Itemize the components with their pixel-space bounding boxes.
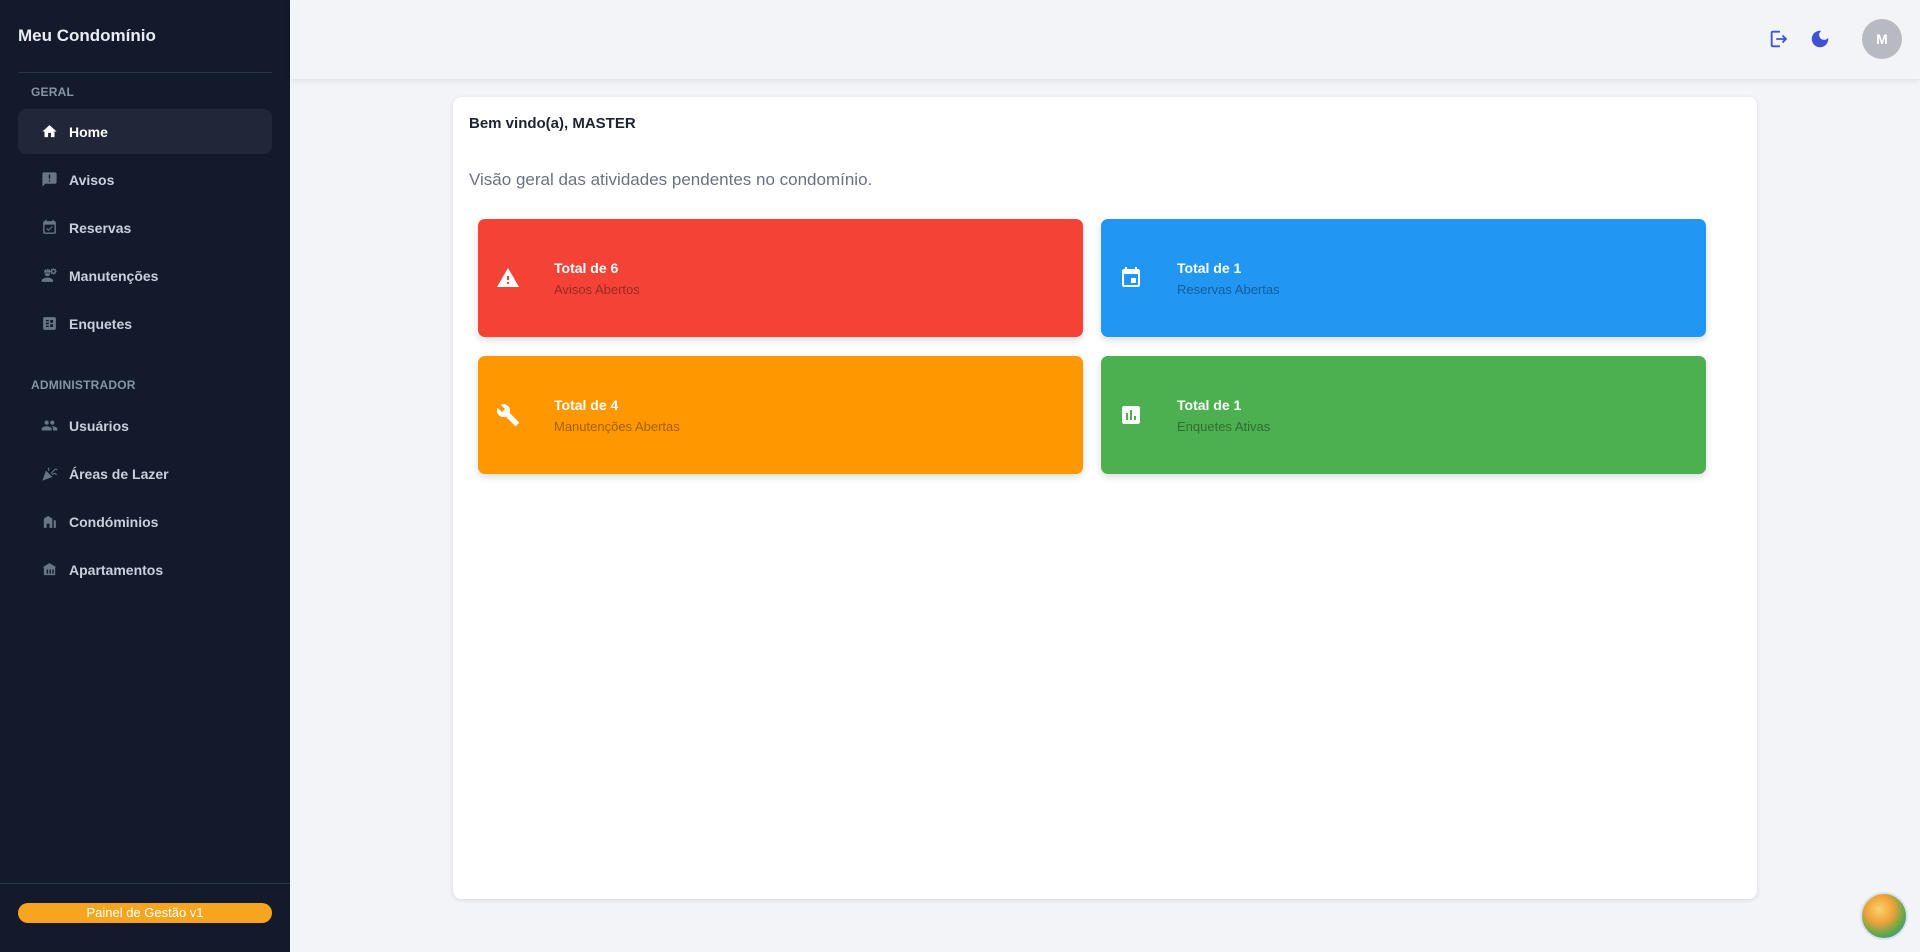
- sidebar-item-label: Manutenções: [69, 267, 159, 284]
- stat-card-title: Total de 6: [554, 259, 619, 276]
- sidebar-item-areas-de-lazer[interactable]: Áreas de Lazer: [18, 451, 272, 496]
- poll-icon: [41, 315, 58, 332]
- stat-card-manutencoes[interactable]: Total de 4 Manutenções Abertas: [478, 356, 1083, 474]
- building-icon: [41, 513, 58, 530]
- dashboard-card: Bem vindo(a), MASTER Visão geral das ati…: [453, 97, 1757, 899]
- sidebar-footer-divider: [0, 883, 290, 884]
- people-icon: [41, 417, 58, 434]
- sidebar-item-usuarios[interactable]: Usuários: [18, 403, 272, 448]
- stat-card-text: Total de 1 Enquetes Ativas: [1177, 397, 1270, 434]
- home-icon: [41, 123, 58, 140]
- stat-card-subtitle: Reservas Abertas: [1177, 281, 1280, 297]
- top-bar: [290, 0, 1920, 79]
- sidebar-item-enquetes[interactable]: Enquetes: [18, 301, 272, 346]
- app-logo-icon[interactable]: [1860, 892, 1908, 940]
- stat-card-title: Total de 1: [1177, 396, 1242, 413]
- sidebar: Meu Condomínio GERAL Home Avisos Reserva…: [0, 0, 290, 952]
- sidebar-item-reservas[interactable]: Reservas: [18, 205, 272, 250]
- sidebar-item-label: Apartamentos: [69, 561, 164, 578]
- stat-card-subtitle: Manutenções Abertas: [554, 418, 680, 434]
- sidebar-item-label: Enquetes: [69, 315, 133, 332]
- sidebar-item-label: Usuários: [69, 417, 129, 434]
- brand-title[interactable]: Meu Condomínio: [18, 26, 156, 46]
- stat-card-text: Total de 1 Reservas Abertas: [1177, 260, 1280, 297]
- bar-chart-icon: [1119, 403, 1143, 427]
- brand-divider: [18, 72, 272, 73]
- logout-icon[interactable]: [1767, 27, 1791, 51]
- stat-card-avisos[interactable]: Total de 6 Avisos Abertos: [478, 219, 1083, 337]
- event-icon: [1119, 266, 1143, 290]
- sidebar-item-home[interactable]: Home: [18, 109, 272, 154]
- page-subtitle: Visão geral das atividades pendentes no …: [469, 170, 873, 189]
- warning-icon: [496, 266, 520, 290]
- sidebar-item-label: Áreas de Lazer: [69, 465, 169, 482]
- stat-card-subtitle: Avisos Abertos: [554, 281, 640, 297]
- stat-card-title: Total de 4: [554, 396, 619, 413]
- section-label-geral: GERAL: [31, 85, 74, 99]
- welcome-title: Bem vindo(a), MASTER: [469, 115, 636, 132]
- stat-card-enquetes[interactable]: Total de 1 Enquetes Ativas: [1101, 356, 1706, 474]
- sidebar-item-apartamentos[interactable]: Apartamentos: [18, 547, 272, 592]
- sidebar-item-manutencoes[interactable]: Manutenções: [18, 253, 272, 298]
- sidebar-item-label: Reservas: [69, 219, 132, 236]
- sidebar-item-label: Condóminios: [69, 513, 159, 530]
- section-label-administrador: ADMINISTRADOR: [31, 378, 136, 392]
- dark-mode-icon[interactable]: [1808, 27, 1832, 51]
- announcement-icon: [41, 171, 58, 188]
- sidebar-item-condominios[interactable]: Condóminios: [18, 499, 272, 544]
- sidebar-item-label: Avisos: [69, 171, 115, 188]
- sidebar-item-avisos[interactable]: Avisos: [18, 157, 272, 202]
- version-badge: Painel de Gestão v1: [18, 903, 272, 923]
- stat-card-reservas[interactable]: Total de 1 Reservas Abertas: [1101, 219, 1706, 337]
- engineer-icon: [41, 267, 58, 284]
- sidebar-item-label: Home: [69, 123, 108, 140]
- stat-card-subtitle: Enquetes Ativas: [1177, 418, 1271, 434]
- celebration-icon: [41, 465, 58, 482]
- stat-card-text: Total de 6 Avisos Abertos: [554, 260, 640, 297]
- avatar[interactable]: M: [1862, 19, 1902, 59]
- stat-card-title: Total de 1: [1177, 259, 1242, 276]
- stat-card-text: Total de 4 Manutenções Abertas: [554, 397, 680, 434]
- wrench-icon: [496, 403, 520, 427]
- calendar-check-icon: [41, 219, 58, 236]
- house-icon: [41, 561, 58, 578]
